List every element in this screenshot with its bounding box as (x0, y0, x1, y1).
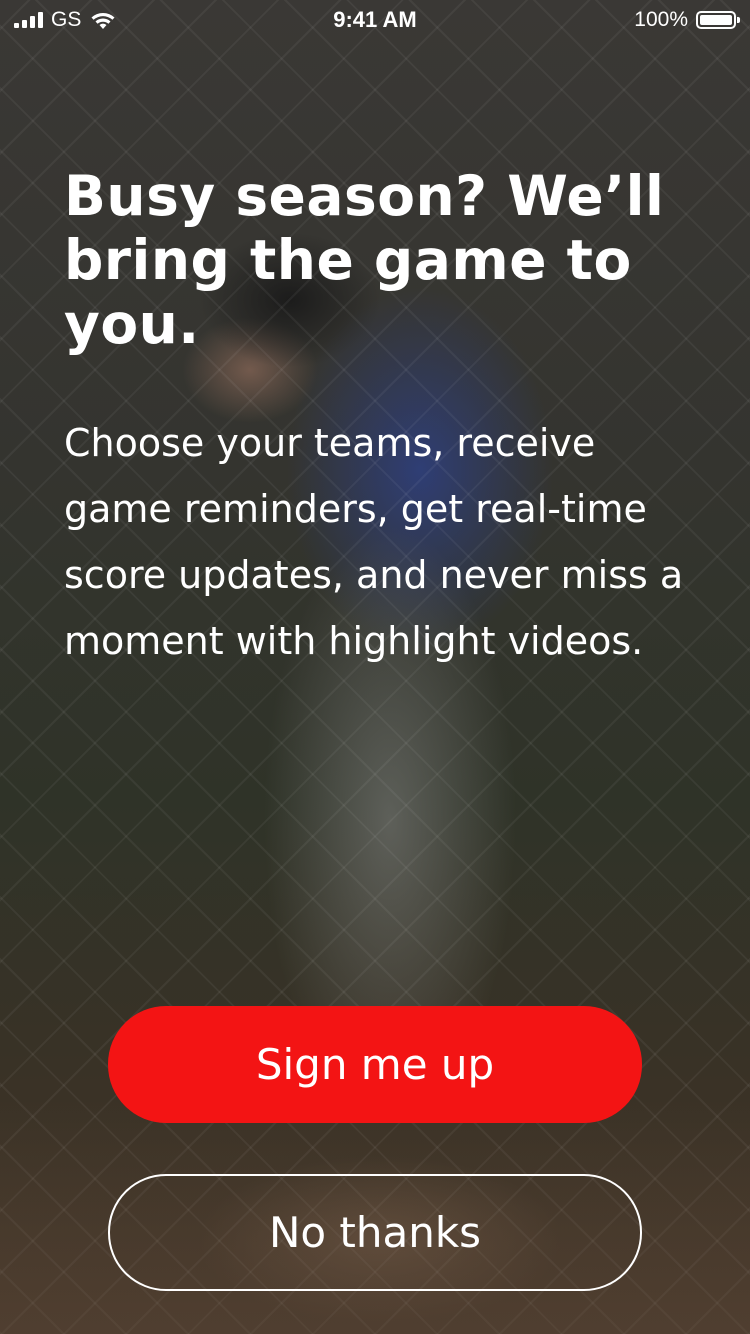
status-bar: GS 9:41 AM 100% (0, 0, 750, 40)
status-right: 100% (634, 8, 740, 32)
onboarding-screen: GS 9:41 AM 100% Busy season? We’ll bring… (0, 0, 750, 1334)
no-thanks-button[interactable]: No thanks (108, 1174, 642, 1291)
sign-up-button[interactable]: Sign me up (108, 1006, 642, 1123)
battery-percent: 100% (634, 8, 688, 31)
onboarding-headline: Busy season? We’ll bring the game to you… (64, 164, 665, 356)
battery-icon (696, 11, 740, 29)
onboarding-description: Choose your teams, receive game reminder… (64, 421, 684, 663)
battery-fill (700, 15, 732, 25)
